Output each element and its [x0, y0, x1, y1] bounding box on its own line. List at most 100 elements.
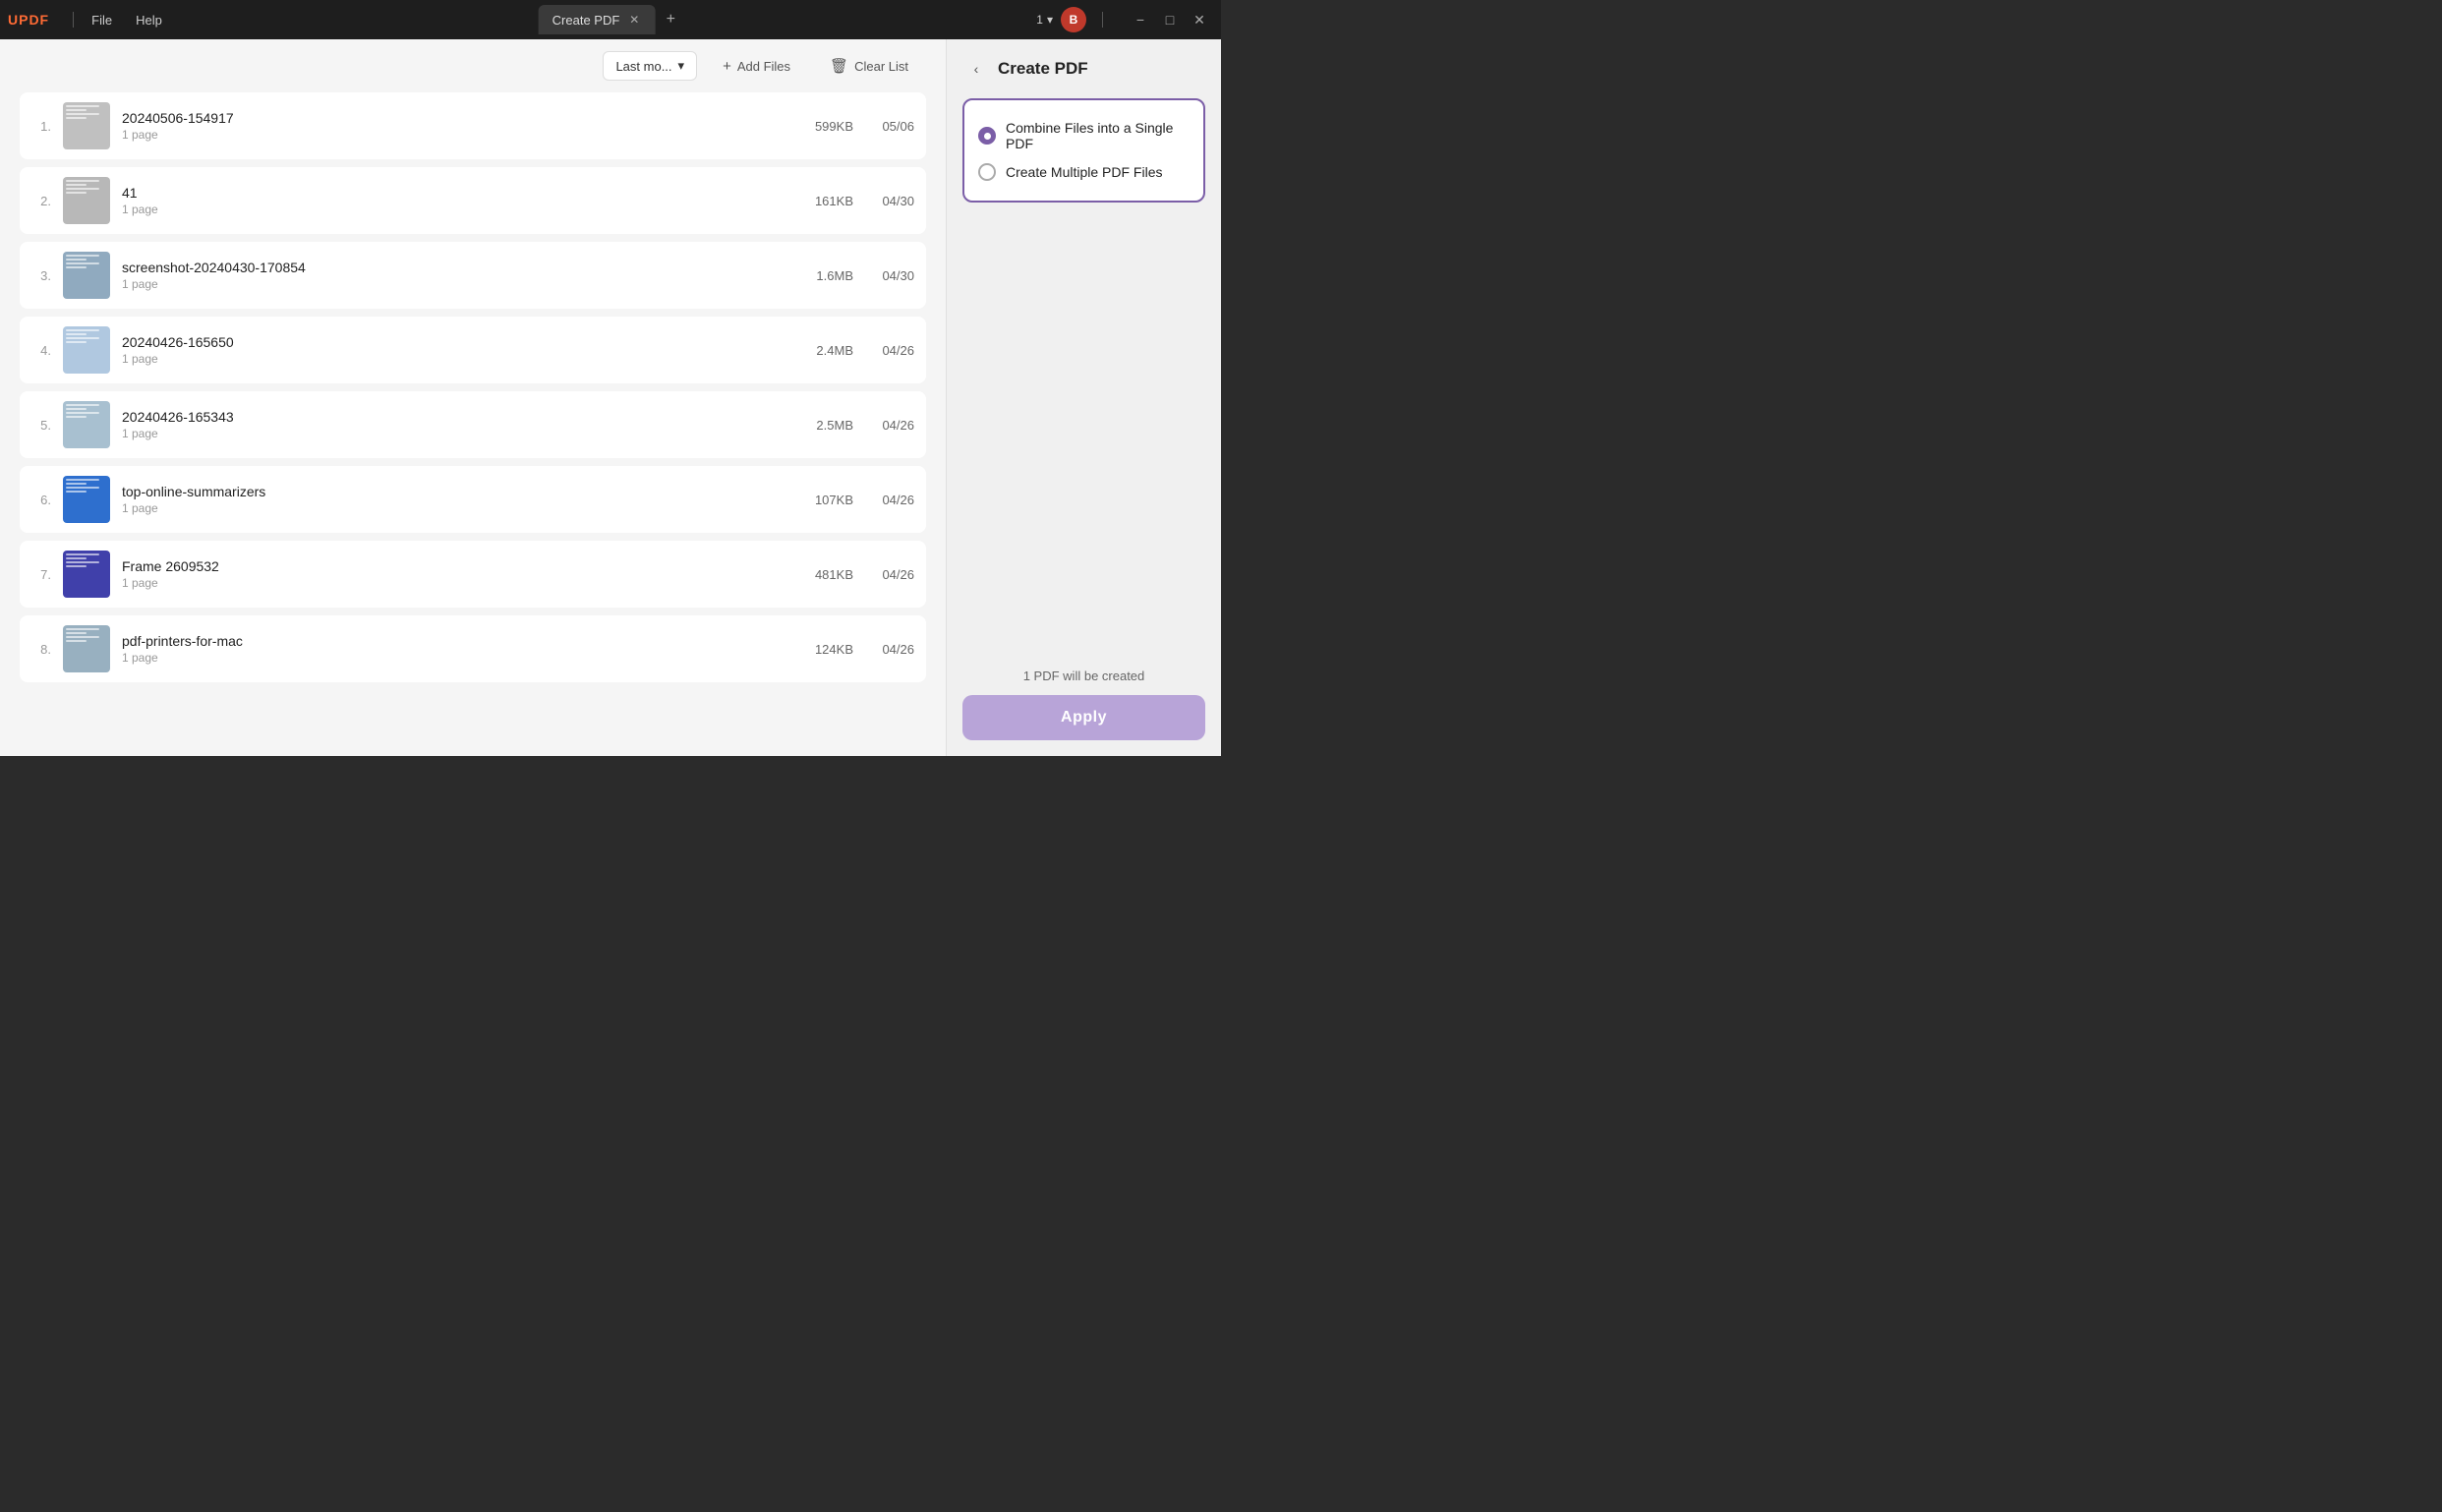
- file-name: 20240426-165650: [122, 334, 773, 350]
- logo-text: UPDF: [8, 12, 49, 28]
- add-files-button[interactable]: + Add Files: [709, 52, 804, 81]
- radio-combine[interactable]: [978, 127, 996, 145]
- file-list-area: Last mo... ▾ + Add Files 🗑 Clear List 1.: [0, 39, 946, 756]
- file-size: 107KB: [785, 493, 853, 507]
- files-container: 1. 20240506-154917 1 page 599KB 05/06 2.: [0, 92, 946, 756]
- clear-list-button[interactable]: 🗑 Clear List: [816, 51, 922, 81]
- file-info: top-online-summarizers 1 page: [122, 484, 773, 515]
- file-date: 04/26: [865, 567, 914, 582]
- thumb-content: [63, 401, 110, 448]
- option-combine-label: Combine Files into a Single PDF: [1006, 120, 1190, 151]
- file-number: 6.: [31, 493, 51, 507]
- pdf-count: 1 PDF will be created: [962, 669, 1205, 683]
- file-item[interactable]: 8. pdf-printers-for-mac 1 page 124KB 04/…: [20, 615, 926, 682]
- file-item[interactable]: 3. screenshot-20240430-170854 1 page 1.6…: [20, 242, 926, 309]
- file-pages: 1 page: [122, 128, 773, 142]
- file-size: 2.4MB: [785, 343, 853, 358]
- separator2: [1102, 12, 1103, 28]
- file-pages: 1 page: [122, 501, 773, 515]
- menu-bar: File Help: [82, 9, 172, 31]
- toolbar: Last mo... ▾ + Add Files 🗑 Clear List: [0, 39, 946, 92]
- file-thumbnail: [63, 252, 110, 299]
- file-number: 1.: [31, 119, 51, 134]
- radio-multiple[interactable]: [978, 163, 996, 181]
- tab-close-btn[interactable]: ✕: [627, 11, 641, 29]
- back-icon: ‹: [974, 61, 979, 77]
- file-pages: 1 page: [122, 651, 773, 665]
- file-number: 4.: [31, 343, 51, 358]
- file-size: 1.6MB: [785, 268, 853, 283]
- thumb-content: [63, 252, 110, 299]
- clear-list-label: Clear List: [854, 59, 908, 74]
- version-selector[interactable]: 1 ▾: [1036, 13, 1053, 27]
- file-number: 3.: [31, 268, 51, 283]
- file-info: 41 1 page: [122, 185, 773, 216]
- file-number: 2.: [31, 194, 51, 208]
- sort-dropdown-icon: ▾: [678, 58, 685, 74]
- panel-header: ‹ Create PDF: [962, 55, 1205, 83]
- tab-create-pdf[interactable]: Create PDF ✕: [539, 5, 656, 34]
- file-item[interactable]: 7. Frame 2609532 1 page 481KB 04/26: [20, 541, 926, 608]
- menu-help[interactable]: Help: [126, 9, 172, 31]
- file-pages: 1 page: [122, 427, 773, 440]
- file-item[interactable]: 1. 20240506-154917 1 page 599KB 05/06: [20, 92, 926, 159]
- file-name: screenshot-20240430-170854: [122, 260, 773, 275]
- thumb-content: [63, 326, 110, 374]
- file-info: screenshot-20240430-170854 1 page: [122, 260, 773, 291]
- new-tab-button[interactable]: +: [659, 8, 682, 31]
- user-avatar[interactable]: B: [1061, 7, 1086, 32]
- radio-inner-combine: [984, 133, 991, 140]
- file-size: 161KB: [785, 194, 853, 208]
- right-panel: ‹ Create PDF Combine Files into a Single…: [946, 39, 1221, 756]
- sort-label: Last mo...: [615, 59, 671, 74]
- file-size: 124KB: [785, 642, 853, 657]
- file-item[interactable]: 5. 20240426-165343 1 page 2.5MB 04/26: [20, 391, 926, 458]
- file-date: 04/26: [865, 343, 914, 358]
- close-button[interactable]: ✕: [1186, 6, 1213, 33]
- titlebar: UPDF File Help Create PDF ✕ + 1 ▾ B − □ …: [0, 0, 1221, 39]
- file-thumbnail: [63, 476, 110, 523]
- file-info: 20240506-154917 1 page: [122, 110, 773, 142]
- add-files-label: Add Files: [737, 59, 790, 74]
- file-date: 04/26: [865, 642, 914, 657]
- file-name: 20240506-154917: [122, 110, 773, 126]
- window-controls: − □ ✕: [1127, 6, 1213, 33]
- file-thumbnail: [63, 401, 110, 448]
- file-name: pdf-printers-for-mac: [122, 633, 773, 649]
- file-date: 04/30: [865, 194, 914, 208]
- file-pages: 1 page: [122, 277, 773, 291]
- file-size: 481KB: [785, 567, 853, 582]
- file-thumbnail: [63, 326, 110, 374]
- file-info: pdf-printers-for-mac 1 page: [122, 633, 773, 665]
- file-pages: 1 page: [122, 576, 773, 590]
- sort-button[interactable]: Last mo... ▾: [603, 51, 697, 81]
- file-info: 20240426-165650 1 page: [122, 334, 773, 366]
- menu-file[interactable]: File: [82, 9, 122, 31]
- file-number: 7.: [31, 567, 51, 582]
- file-item[interactable]: 4. 20240426-165650 1 page 2.4MB 04/26: [20, 317, 926, 383]
- app-logo: UPDF: [8, 12, 49, 28]
- file-thumbnail: [63, 551, 110, 598]
- file-date: 04/30: [865, 268, 914, 283]
- file-item[interactable]: 2. 41 1 page 161KB 04/30: [20, 167, 926, 234]
- panel-footer: 1 PDF will be created Apply: [962, 669, 1205, 740]
- apply-button[interactable]: Apply: [962, 695, 1205, 740]
- option-combine[interactable]: Combine Files into a Single PDF: [978, 114, 1190, 157]
- back-button[interactable]: ‹: [962, 55, 990, 83]
- file-date: 04/26: [865, 493, 914, 507]
- file-thumbnail: [63, 625, 110, 672]
- file-thumbnail: [63, 177, 110, 224]
- add-icon: +: [723, 58, 731, 75]
- file-name: Frame 2609532: [122, 558, 773, 574]
- file-number: 8.: [31, 642, 51, 657]
- file-date: 05/06: [865, 119, 914, 134]
- thumb-content: [63, 551, 110, 598]
- thumb-content: [63, 476, 110, 523]
- file-item[interactable]: 6. top-online-summarizers 1 page 107KB 0…: [20, 466, 926, 533]
- maximize-button[interactable]: □: [1156, 6, 1184, 33]
- minimize-button[interactable]: −: [1127, 6, 1154, 33]
- tabs-area: Create PDF ✕ +: [539, 0, 683, 39]
- thumb-content: [63, 102, 110, 149]
- file-size: 599KB: [785, 119, 853, 134]
- option-multiple[interactable]: Create Multiple PDF Files: [978, 157, 1190, 187]
